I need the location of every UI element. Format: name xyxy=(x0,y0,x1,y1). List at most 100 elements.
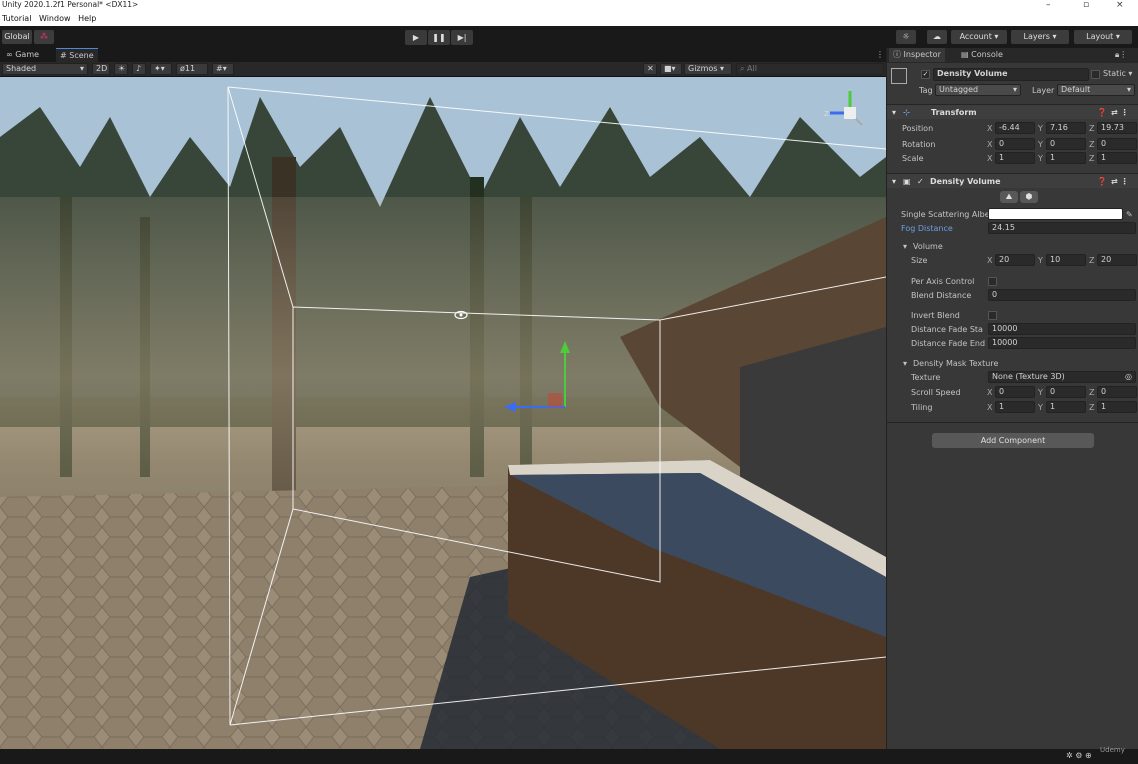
edit-shape-icon[interactable]: ⬢ xyxy=(1020,191,1038,203)
menu-window[interactable]: Window xyxy=(39,14,71,23)
fog-distance-field[interactable]: 24.15 xyxy=(988,222,1136,234)
gizmos-dropdown[interactable]: Gizmos ▾ xyxy=(684,63,732,75)
tab-scene[interactable]: # Scene xyxy=(56,48,98,62)
tab-game[interactable]: ∞ Game xyxy=(2,48,43,62)
menu-help[interactable]: Help xyxy=(78,14,96,23)
menu-tutorial[interactable]: Tutorial xyxy=(2,14,31,23)
albedo-label: Single Scattering Albe xyxy=(901,210,990,219)
scene-toolbar: Shaded ▾ 2D ☀ ♪ ✦▾ ø11 #▾ ✕ ■▾ Gizmos ▾ ⌕… xyxy=(0,62,886,77)
scene-orientation-gizmo-icon[interactable]: Z xyxy=(822,85,878,141)
object-picker-icon[interactable]: ◎ xyxy=(1125,372,1132,382)
lock-icon[interactable]: 🔒︎⋮ xyxy=(1111,48,1131,62)
camera-icon[interactable]: ■▾ xyxy=(660,63,682,75)
pause-button[interactable]: ❚❚ xyxy=(428,30,450,45)
help-icon[interactable]: ❓ xyxy=(1097,174,1107,189)
play-button[interactable]: ▶ xyxy=(405,30,427,45)
watermark: Udemy xyxy=(1100,746,1125,754)
scale-z-field[interactable]: 1 xyxy=(1097,152,1137,164)
tools-icon[interactable]: ✕ xyxy=(643,63,657,75)
axis-y-label: Y xyxy=(1038,388,1043,397)
effects-icon[interactable]: ✦▾ xyxy=(150,63,172,75)
tab-inspector-label: Inspector xyxy=(903,50,941,59)
scroll-x-field[interactable]: 0 xyxy=(995,386,1035,398)
transform-icon: ⊹ xyxy=(903,108,910,117)
close-button[interactable]: × xyxy=(1116,0,1124,10)
global-label: Global xyxy=(4,32,30,41)
gizmos-label: Gizmos xyxy=(688,64,718,73)
tab-console[interactable]: ▤ Console xyxy=(957,48,1007,62)
axis-z-label: Z xyxy=(1089,256,1095,265)
2d-toggle[interactable]: 2D xyxy=(92,63,110,75)
global-toggle[interactable]: Global xyxy=(2,30,32,44)
position-row: Position X -6.44 Y 7.16 Z 19.73 xyxy=(887,121,1138,136)
hidden-layers-toggle[interactable]: ø11 xyxy=(176,63,208,75)
inspector-tab-bar: ⓘ Inspector ▤ Console 🔒︎⋮ xyxy=(887,48,1138,63)
position-y-field[interactable]: 7.16 xyxy=(1046,122,1086,134)
transform-header[interactable]: ▾ ⊹ Transform ❓ ⇄ ⋮ xyxy=(887,104,1138,119)
audio-icon[interactable]: ♪ xyxy=(132,63,146,75)
tiling-y-field[interactable]: 1 xyxy=(1046,401,1086,413)
settings-icon[interactable]: ⇄ ⋮ xyxy=(1111,105,1129,120)
size-y-field[interactable]: 10 xyxy=(1046,254,1086,266)
scene-viewport[interactable]: Z xyxy=(0,77,886,749)
per-axis-checkbox[interactable] xyxy=(988,277,997,286)
layer-dropdown[interactable]: Default ▾ xyxy=(1057,84,1135,96)
rotation-y-field[interactable]: 0 xyxy=(1046,138,1086,150)
collab-icon[interactable]: ☼ xyxy=(896,30,916,44)
eyedropper-icon[interactable]: ✎ xyxy=(1126,207,1133,222)
active-checkbox[interactable]: ✓ xyxy=(921,70,930,79)
axis-y-label: Y xyxy=(1038,256,1043,265)
grid-icon[interactable]: #▾ xyxy=(212,63,234,75)
tab-scene-label: Scene xyxy=(69,51,94,60)
invert-blend-checkbox[interactable] xyxy=(988,311,997,320)
blend-distance-row: Blend Distance 0 xyxy=(887,288,1138,303)
blend-distance-field[interactable]: 0 xyxy=(988,289,1136,301)
scroll-y-field[interactable]: 0 xyxy=(1046,386,1086,398)
static-dropdown[interactable]: Static ▾ xyxy=(1103,69,1132,78)
fade-end-row: Distance Fade End 10000 xyxy=(887,336,1138,351)
cloud-icon[interactable]: ☁ xyxy=(927,30,947,44)
fade-end-field[interactable]: 10000 xyxy=(988,337,1136,349)
layer-label: Layer xyxy=(1032,86,1055,95)
volume-foldout[interactable]: ▾ Volume xyxy=(887,239,1138,254)
fog-distance-row: Fog Distance 24.15 xyxy=(887,221,1138,236)
scene-search-input[interactable]: ⌕ All xyxy=(736,63,884,75)
scale-x-field[interactable]: 1 xyxy=(995,152,1035,164)
density-volume-header[interactable]: ▾ ▣ ✓ Density Volume ❓ ⇄ ⋮ xyxy=(887,173,1138,188)
add-component-button[interactable]: Add Component xyxy=(932,433,1094,448)
minimize-button[interactable]: – xyxy=(1046,0,1051,10)
mask-foldout[interactable]: ▾ Density Mask Texture xyxy=(887,356,1138,371)
scale-y-field[interactable]: 1 xyxy=(1046,152,1086,164)
rotation-x-field[interactable]: 0 xyxy=(995,138,1035,150)
object-name-input[interactable]: Density Volume xyxy=(933,68,1089,81)
account-dropdown[interactable]: Account ▾ xyxy=(951,30,1007,44)
tab-inspector[interactable]: ⓘ Inspector xyxy=(889,48,945,62)
component-enabled-checkbox[interactable]: ✓ xyxy=(917,174,924,189)
layers-dropdown[interactable]: Layers ▾ xyxy=(1011,30,1069,44)
layout-dropdown[interactable]: Layout ▾ xyxy=(1074,30,1132,44)
lighting-icon[interactable]: ☀ xyxy=(114,63,128,75)
tiling-x-field[interactable]: 1 xyxy=(995,401,1035,413)
maximize-button[interactable]: ▫ xyxy=(1083,0,1089,10)
settings-icon[interactable]: ⇄ ⋮ xyxy=(1111,174,1129,189)
albedo-color-field[interactable] xyxy=(988,208,1123,220)
texture-object-field[interactable]: None (Texture 3D) ◎ xyxy=(988,371,1136,383)
position-x-field[interactable]: -6.44 xyxy=(995,122,1035,134)
size-z-field[interactable]: 20 xyxy=(1097,254,1137,266)
shading-mode-dropdown[interactable]: Shaded ▾ xyxy=(2,63,88,75)
tiling-row: Tiling X1 Y1 Z1 xyxy=(887,400,1138,415)
tag-value: Untagged xyxy=(939,85,979,94)
tag-dropdown[interactable]: Untagged ▾ xyxy=(935,84,1021,96)
tiling-z-field[interactable]: 1 xyxy=(1097,401,1137,413)
help-icon[interactable]: ❓ xyxy=(1097,105,1107,120)
step-button[interactable]: ▶| xyxy=(451,30,473,45)
static-checkbox[interactable] xyxy=(1091,70,1100,79)
edit-blend-icon[interactable]: ⛰ xyxy=(1000,191,1018,203)
rotation-z-field[interactable]: 0 xyxy=(1097,138,1137,150)
size-x-field[interactable]: 20 xyxy=(995,254,1035,266)
axis-z-label: Z xyxy=(1089,403,1095,412)
scroll-z-field[interactable]: 0 xyxy=(1097,386,1137,398)
snap-icon[interactable]: ⁂ xyxy=(34,30,54,44)
position-z-field[interactable]: 19.73 xyxy=(1097,122,1137,134)
fade-start-field[interactable]: 10000 xyxy=(988,323,1136,335)
